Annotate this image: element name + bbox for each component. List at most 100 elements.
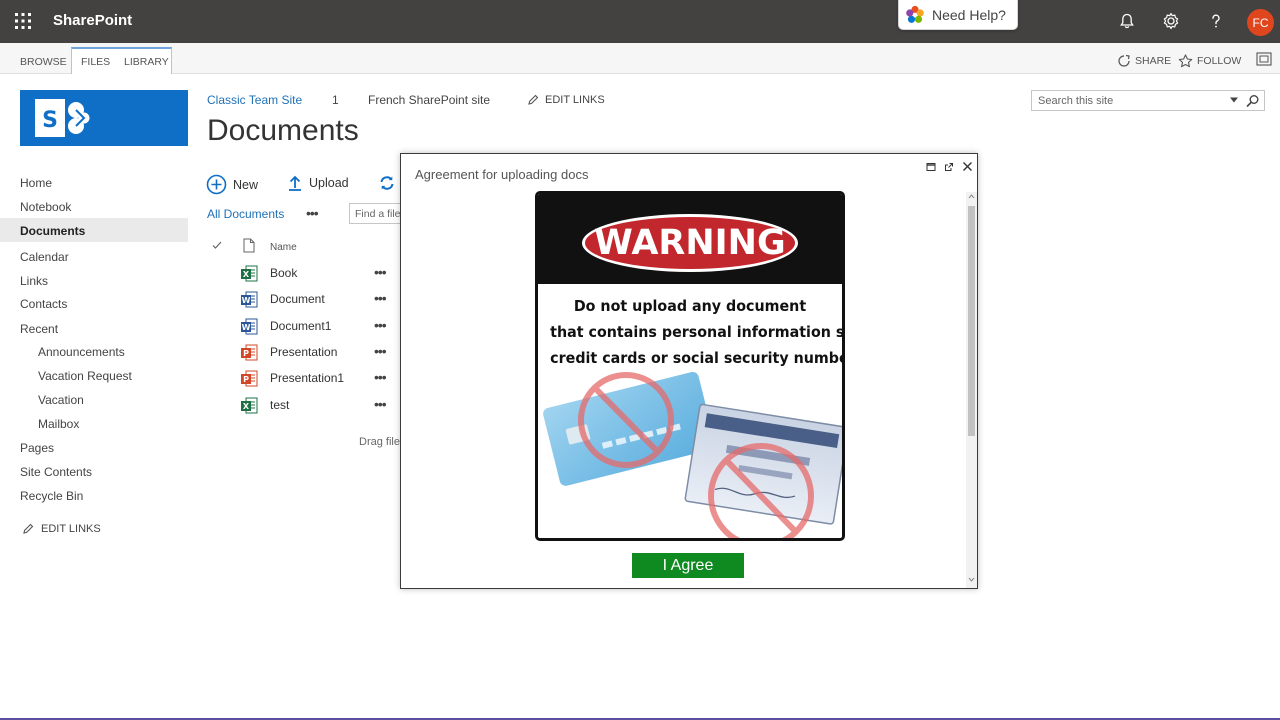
file-name[interactable]: Presentation1 (270, 371, 344, 385)
file-type-column-icon[interactable] (243, 238, 255, 253)
settings-gear-icon[interactable] (1160, 10, 1182, 32)
warning-message: Do not upload any document that contains… (550, 293, 845, 371)
topnav-french-site[interactable]: French SharePoint site (368, 93, 490, 107)
tab-library[interactable]: LIBRARY (124, 56, 169, 68)
upload-label: Upload (309, 176, 349, 190)
leftnav-announcements[interactable]: Announcements (38, 345, 125, 359)
upload-agreement-dialog: Agreement for uploading docs WARNING Do … (400, 153, 978, 589)
file-type-letter: W (242, 323, 251, 332)
sync-button[interactable] (378, 174, 402, 192)
file-row[interactable]: P Presentation ••• (240, 343, 400, 363)
dialog-popout-icon[interactable] (944, 162, 954, 172)
scrollbar-thumb[interactable] (968, 206, 975, 436)
sharepoint-brand[interactable]: SharePoint (53, 12, 132, 29)
search-input[interactable] (1032, 91, 1224, 110)
file-row[interactable]: W Document ••• (240, 290, 400, 310)
file-row[interactable]: X Book ••• (240, 264, 400, 284)
dialog-scrollbar[interactable] (966, 192, 977, 588)
view-selector-all-documents[interactable]: All Documents (207, 207, 284, 221)
warning-message-line-2: that contains personal information such … (550, 323, 845, 341)
file-row[interactable]: P Presentation1 ••• (240, 369, 400, 389)
share-icon (1118, 54, 1130, 67)
share-label: SHARE (1135, 55, 1172, 67)
follow-label: FOLLOW (1197, 55, 1242, 67)
file-name[interactable]: Document (270, 292, 325, 306)
notifications-bell-icon[interactable] (1116, 10, 1138, 32)
social-security-card-icon (684, 403, 842, 525)
dialog-close-icon[interactable] (962, 161, 973, 172)
help-flower-logo-icon (906, 5, 924, 23)
file-row[interactable]: Xtest ••• (240, 396, 400, 416)
app-launcher-icon[interactable] (10, 8, 36, 34)
new-button[interactable]: New (206, 174, 258, 195)
search-scope-dropdown-icon[interactable] (1229, 96, 1239, 104)
dialog-maximize-icon[interactable] (926, 162, 936, 172)
file-name[interactable]: Book (270, 266, 297, 280)
file-name[interactable]: test (270, 398, 289, 412)
file-more-options-button[interactable]: ••• (374, 317, 387, 333)
leftnav-mailbox[interactable]: Mailbox (38, 417, 79, 431)
user-avatar[interactable]: FC (1247, 9, 1274, 36)
sharepoint-site-logo[interactable]: S (20, 90, 188, 146)
edit-links-left-button[interactable]: EDIT LINKS (22, 523, 101, 535)
file-more-options-button[interactable]: ••• (374, 369, 387, 385)
svg-text:S: S (42, 108, 58, 133)
word-file-icon: W (241, 318, 258, 335)
share-button[interactable]: SHARE (1117, 54, 1171, 68)
leftnav-home[interactable]: Home (20, 176, 52, 190)
file-more-options-button[interactable]: ••• (374, 290, 387, 306)
leftnav-links[interactable]: Links (20, 274, 48, 288)
leftnav-vacation[interactable]: Vacation (38, 393, 84, 407)
site-search-box (1031, 90, 1265, 111)
no-credit-card-no-ssn-illustration (543, 371, 842, 538)
need-help-button[interactable]: Need Help? (898, 0, 1018, 30)
sync-icon (380, 176, 394, 190)
file-more-options-button[interactable]: ••• (374, 396, 387, 412)
edit-links-left-label: EDIT LINKS (41, 523, 101, 535)
powerpoint-file-icon: P (241, 370, 258, 387)
topnav-classic-team-site[interactable]: Classic Team Site (207, 93, 302, 107)
warning-heading: WARNING (594, 223, 786, 263)
help-question-icon[interactable] (1205, 10, 1227, 32)
leftnav-site-contents[interactable]: Site Contents (20, 465, 92, 479)
drag-files-hint: Drag file (359, 436, 400, 448)
file-type-letter: X (243, 402, 250, 411)
search-icon[interactable] (1246, 94, 1260, 108)
focus-on-content-button[interactable] (1256, 52, 1276, 66)
file-row[interactable]: W Document1 ••• (240, 317, 400, 337)
file-type-letter: W (242, 296, 251, 305)
file-type-letter: P (243, 349, 249, 358)
column-header-name[interactable]: Name (270, 242, 297, 253)
follow-button[interactable]: FOLLOW (1178, 54, 1241, 68)
leftnav-recent[interactable]: Recent (20, 322, 58, 336)
view-more-options-button[interactable]: ••• (306, 205, 319, 221)
file-more-options-button[interactable]: ••• (374, 264, 387, 280)
upload-button[interactable]: Upload (287, 174, 349, 192)
scroll-down-arrow-icon[interactable] (968, 576, 975, 583)
star-icon (1178, 54, 1193, 68)
leftnav-documents[interactable]: Documents (20, 224, 85, 238)
select-all-check-icon[interactable] (211, 239, 223, 251)
i-agree-button[interactable]: I Agree (632, 553, 744, 578)
leftnav-vacation-request[interactable]: Vacation Request (38, 369, 132, 383)
leftnav-recycle-bin[interactable]: Recycle Bin (20, 489, 83, 503)
leftnav-calendar[interactable]: Calendar (20, 250, 69, 264)
pencil-icon (23, 523, 34, 534)
warning-poster: WARNING Do not upload any document that … (535, 191, 845, 541)
pencil-icon (528, 94, 539, 105)
file-name[interactable]: Presentation (270, 345, 337, 359)
sharepoint-logo-icon: S (35, 99, 90, 137)
edit-links-top-label: EDIT LINKS (545, 94, 605, 106)
file-more-options-button[interactable]: ••• (374, 343, 387, 359)
leftnav-pages[interactable]: Pages (20, 441, 54, 455)
excel-file-icon: X (241, 265, 258, 282)
tab-browse[interactable]: BROWSE (20, 56, 67, 68)
topnav-1[interactable]: 1 (332, 93, 339, 107)
leftnav-notebook[interactable]: Notebook (20, 200, 71, 214)
leftnav-contacts[interactable]: Contacts (20, 297, 67, 311)
file-name[interactable]: Document1 (270, 319, 331, 333)
edit-links-top-button[interactable]: EDIT LINKS (527, 94, 605, 106)
tab-files[interactable]: FILES (81, 56, 110, 68)
scroll-up-arrow-icon[interactable] (968, 193, 975, 200)
new-label: New (233, 177, 259, 192)
